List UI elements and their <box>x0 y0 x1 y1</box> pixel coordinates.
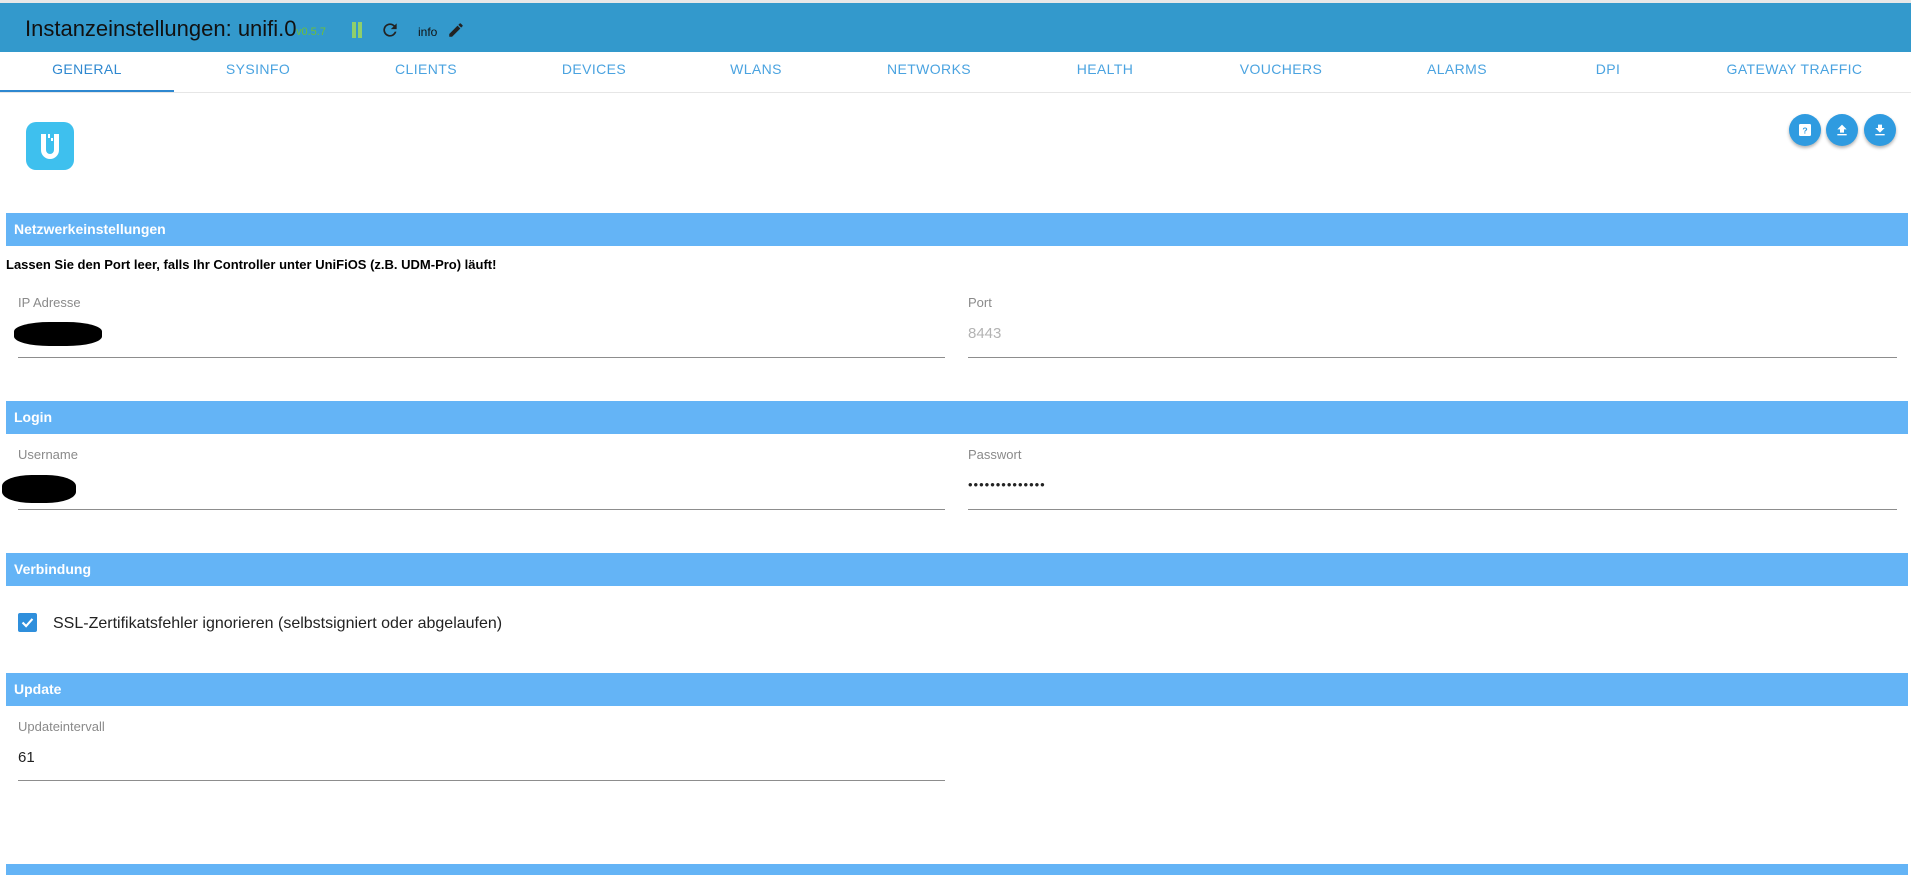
ip-address-input[interactable] <box>18 357 945 358</box>
tab-sysinfo[interactable]: SYSINFO <box>174 52 342 92</box>
page-title: Instanzeinstellungen: unifi.0 <box>25 16 297 41</box>
tab-devices[interactable]: DEVICES <box>510 52 678 92</box>
loglevel-label: info <box>418 25 438 39</box>
upload-button[interactable] <box>1826 114 1858 146</box>
ssl-ignore-label[interactable]: SSL-Zertifikatsfehler ignorieren (selbst… <box>53 615 502 633</box>
password-input[interactable] <box>968 509 1897 510</box>
tab-networks[interactable]: NETWORKS <box>834 52 1024 92</box>
download-button[interactable] <box>1864 114 1896 146</box>
ip-address-label: IP Adresse <box>18 295 81 310</box>
username-redaction <box>2 475 76 503</box>
section-header-network: Netzwerkeinstellungen <box>6 213 1908 246</box>
port-input[interactable] <box>968 357 1897 358</box>
password-label: Passwort <box>968 447 1022 462</box>
port-placeholder: 8443 <box>968 325 1002 342</box>
tab-general[interactable]: GENERAL <box>0 52 174 92</box>
ssl-ignore-checkbox[interactable] <box>18 613 37 632</box>
version-badge: v0.5.7 <box>296 26 326 38</box>
port-label: Port <box>968 295 992 310</box>
tab-dpi[interactable]: DPI <box>1538 52 1678 92</box>
unifi-logo <box>26 122 74 170</box>
section-header-login: Login <box>6 401 1908 434</box>
tab-gateway-traffic[interactable]: GATEWAY TRAFFIC <box>1678 52 1911 92</box>
reload-icon[interactable] <box>380 20 400 40</box>
tab-wlans[interactable]: WLANS <box>678 52 834 92</box>
update-interval-value: 61 <box>18 749 35 766</box>
update-interval-input[interactable] <box>18 780 945 781</box>
section-header-update: Update <box>6 673 1908 706</box>
next-section-header <box>6 864 1908 875</box>
settings-tabs: GENERAL SYSINFO CLIENTS DEVICES WLANS NE… <box>0 52 1911 93</box>
pause-icon[interactable] <box>350 22 364 38</box>
port-notice: Lassen Sie den Port leer, falls Ihr Cont… <box>6 257 497 272</box>
tab-vouchers[interactable]: VOUCHERS <box>1186 52 1376 92</box>
tab-clients[interactable]: CLIENTS <box>342 52 510 92</box>
ip-address-redaction <box>14 322 102 346</box>
password-value: •••••••••••••• <box>968 477 1046 492</box>
svg-text:?: ? <box>1802 125 1807 135</box>
update-interval-label: Updateintervall <box>18 719 105 734</box>
edit-icon[interactable] <box>447 21 465 39</box>
tab-health[interactable]: HEALTH <box>1024 52 1186 92</box>
help-button[interactable]: ? <box>1789 114 1821 146</box>
instance-settings-header: Instanzeinstellungen: unifi.0 v0.5.7 inf… <box>0 0 1911 52</box>
section-header-connection: Verbindung <box>6 553 1908 586</box>
username-input[interactable] <box>18 509 945 510</box>
username-label: Username <box>18 447 78 462</box>
tab-alarms[interactable]: ALARMS <box>1376 52 1538 92</box>
